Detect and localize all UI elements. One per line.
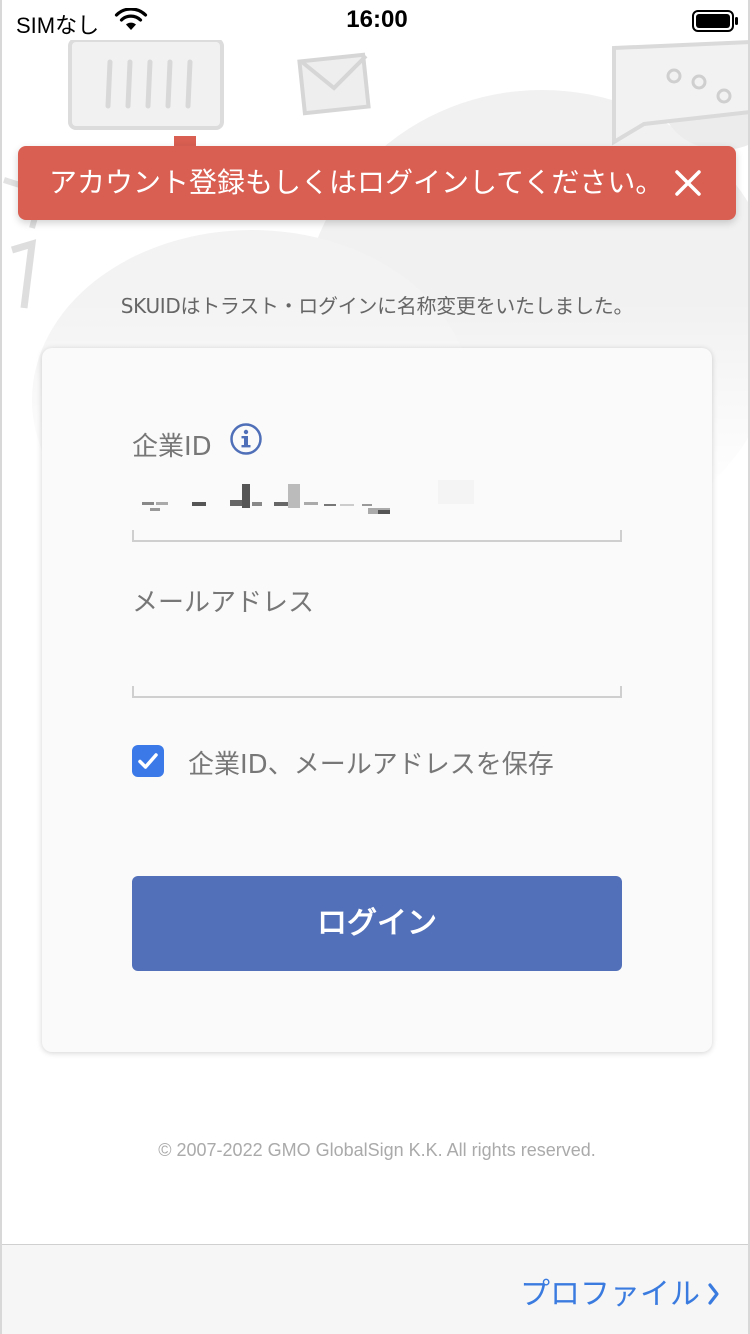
copyright-text: © 2007-2022 GMO GlobalSign K.K. All righ…: [158, 1140, 596, 1160]
chevron-right-icon: [708, 1283, 719, 1305]
checkmark-icon: [138, 753, 158, 769]
login-button[interactable]: ログイン: [132, 876, 622, 971]
remember-checkbox[interactable]: [132, 745, 164, 777]
close-icon[interactable]: [670, 165, 706, 201]
app-screen: SIMなし 16:00 アカウント登録もしくはログインしてください。 SKUID…: [0, 0, 750, 1334]
company-id-label: 企業ID: [132, 432, 212, 462]
redacted-company-id: [142, 480, 474, 514]
info-icon[interactable]: [229, 422, 263, 456]
battery-icon: [692, 10, 738, 32]
email-underline: [132, 686, 622, 698]
email-label: メールアドレス: [132, 588, 315, 618]
rename-notice: SKUIDはトラスト・ログインに名称変更をいたしました。: [120, 294, 634, 318]
profile-link[interactable]: プロファイル: [520, 1269, 720, 1313]
email-input[interactable]: [134, 634, 620, 684]
login-required-toast: アカウント登録もしくはログインしてください。: [18, 146, 736, 220]
bottom-toolbar: プロファイル: [2, 1244, 748, 1334]
toast-message: アカウント登録もしくはログインしてください。: [49, 166, 664, 199]
company-id-underline: [132, 530, 622, 542]
login-card: 企業ID メールアドレス 企業ID、メールアドレスを保存 ログイン: [42, 348, 712, 1052]
profile-link-label: プロファイル: [520, 1277, 700, 1312]
status-bar: SIMなし 16:00: [2, 0, 748, 40]
remember-label: 企業ID、メールアドレスを保存: [188, 750, 554, 780]
clock: 16:00: [346, 6, 408, 33]
